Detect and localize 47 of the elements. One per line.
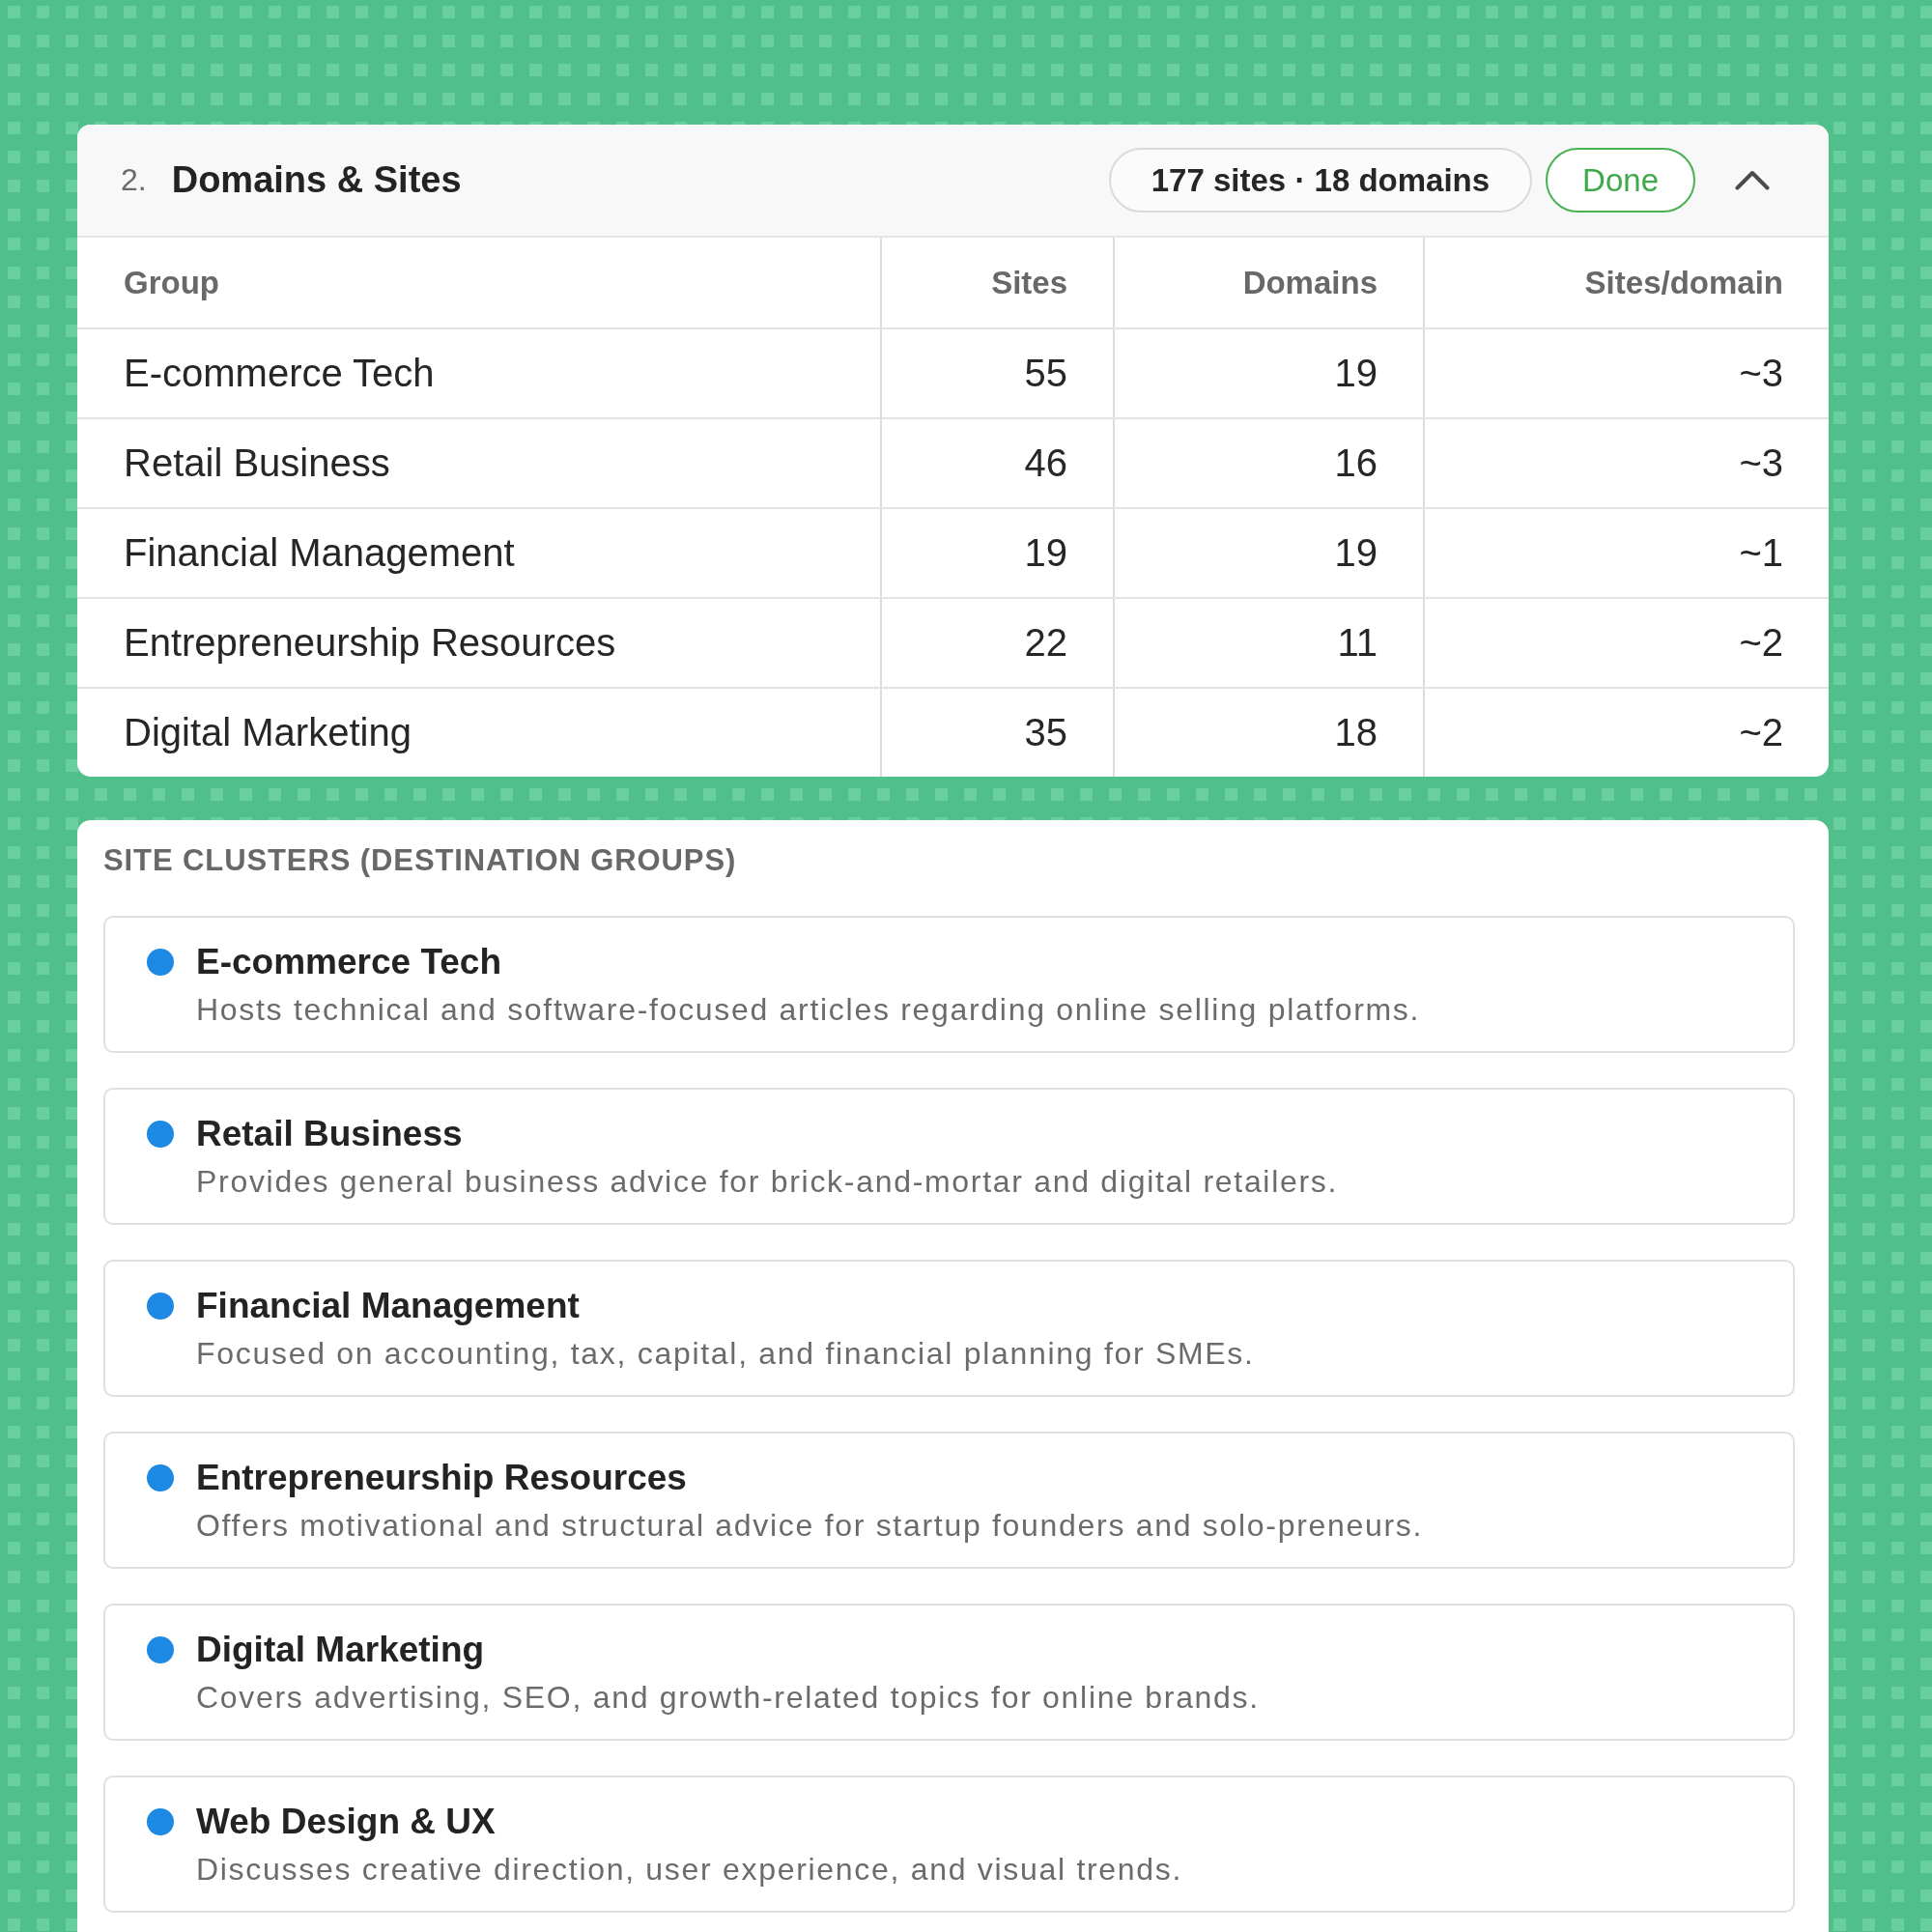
- cluster-name: Entrepreneurship Resources: [196, 1457, 688, 1499]
- table-cell: 19: [1334, 531, 1378, 574]
- dot-icon: [147, 1293, 174, 1320]
- table-cell: ~3: [1739, 352, 1783, 394]
- dot-icon: [147, 949, 174, 976]
- table-cell: ~2: [1739, 711, 1783, 753]
- cluster-name: Web Design & UX: [196, 1801, 497, 1843]
- table-cell: Retail Business: [124, 441, 390, 484]
- dot-icon: [147, 1636, 174, 1663]
- column-header: Domains: [1242, 264, 1378, 300]
- dot-icon: [147, 1808, 174, 1835]
- table-cell: E-commerce Tech: [124, 352, 435, 394]
- column-header: Group: [124, 264, 219, 300]
- cluster-description: Offers motivational and structural advice for startup founders and solo-preneurs.: [196, 1507, 1425, 1545]
- cluster-description: Provides general business advice for brick-and-mortar and digital retailers.: [196, 1163, 1340, 1201]
- table-cell: 55: [1024, 352, 1067, 394]
- section-number: 2.: [121, 162, 147, 198]
- table-cell: 19: [1024, 531, 1067, 574]
- table-cell: 19: [1334, 352, 1378, 394]
- dot-icon: [147, 1121, 174, 1148]
- table-cell: ~2: [1739, 621, 1783, 664]
- cluster-name: Retail Business: [196, 1113, 464, 1155]
- table-cell: Entrepreneurship Resources: [124, 621, 616, 664]
- table-cell: Digital Marketing: [124, 711, 412, 753]
- cluster-name: E-commerce Tech: [196, 941, 502, 983]
- table-cell: 22: [1024, 621, 1067, 664]
- table-cell: 16: [1334, 441, 1378, 484]
- cluster-description: Covers advertising, SEO, and growth-related topics for online brands.: [196, 1679, 1261, 1717]
- summary-badge: 177 sites · 18 domains: [1108, 148, 1533, 213]
- table-cell: 35: [1024, 711, 1067, 753]
- cluster-description: Focused on accounting, tax, capital, and financial planning for SMEs.: [196, 1335, 1256, 1373]
- column-header: Sites: [991, 264, 1067, 300]
- table-cell: 11: [1337, 621, 1378, 664]
- cluster-description: Hosts technical and software-focused articles regarding online selling platforms.: [196, 991, 1422, 1029]
- cluster-description: Discusses creative direction, user experience, and visual trends.: [196, 1851, 1184, 1889]
- column-header: Sites/domain: [1584, 264, 1783, 300]
- cluster-name: Financial Management: [196, 1285, 581, 1327]
- section-heading: SITE CLUSTERS (DESTINATION GROUPS): [103, 842, 738, 879]
- table-cell: 46: [1024, 441, 1067, 484]
- table-cell: Financial Management: [124, 531, 515, 574]
- section-title: Domains & Sites: [171, 159, 462, 201]
- cluster-name: Digital Marketing: [196, 1629, 486, 1671]
- table-cell: ~1: [1739, 531, 1783, 574]
- table-cell: ~3: [1739, 441, 1783, 484]
- done-button[interactable]: Done: [1546, 148, 1695, 213]
- table-cell: 18: [1334, 711, 1378, 753]
- dot-icon: [147, 1464, 174, 1492]
